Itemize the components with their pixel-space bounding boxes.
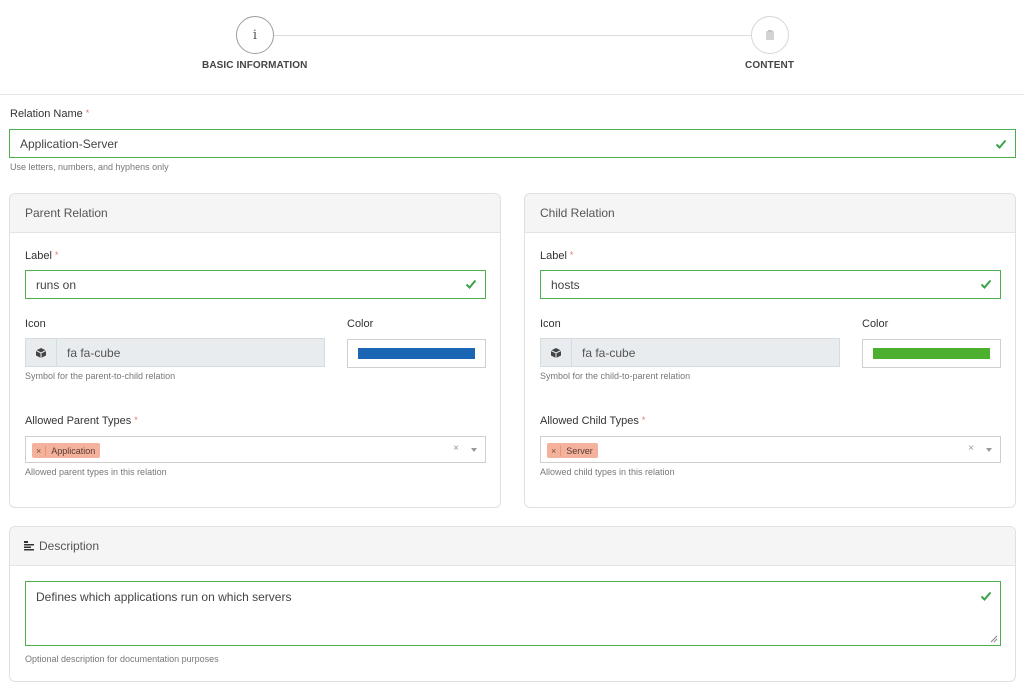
child-types-field-label: Allowed Child Types* [540, 415, 645, 427]
parent-label-value: runs on [36, 278, 76, 292]
description-value: Defines which applications run on which … [36, 590, 291, 604]
relation-name-input[interactable]: Application-Server [9, 129, 1016, 158]
relation-name-value: Application-Server [20, 137, 118, 151]
description-textarea[interactable]: Defines which applications run on which … [25, 581, 1001, 646]
relation-name-help: Use letters, numbers, and hyphens only [10, 162, 169, 172]
align-left-icon [24, 541, 35, 551]
description-title: Description [39, 539, 99, 553]
tag-label: Application [46, 446, 100, 456]
clear-selection-button[interactable]: × [968, 443, 974, 454]
child-relation-title: Child Relation [525, 194, 1015, 233]
step-content[interactable] [751, 16, 789, 54]
check-icon [980, 590, 992, 602]
parent-color-picker[interactable] [347, 339, 486, 368]
parent-types-field-label: Allowed Parent Types* [25, 415, 138, 427]
child-color-picker[interactable] [862, 339, 1001, 368]
tag-label: Server [561, 446, 598, 456]
child-types-select[interactable]: × Server × [540, 436, 1001, 463]
child-color-swatch [873, 348, 990, 359]
parent-label-input[interactable]: runs on [25, 270, 486, 299]
wizard-stepper: i BASIC INFORMATION CONTENT [0, 0, 1024, 95]
step-label-content[interactable]: CONTENT [745, 60, 794, 71]
child-icon-field-label: Icon [540, 318, 561, 330]
cube-icon [541, 339, 572, 366]
child-types-help: Allowed child types in this relation [540, 467, 675, 477]
child-label-value: hosts [551, 278, 580, 292]
resize-handle-icon[interactable] [990, 635, 998, 643]
description-help: Optional description for documentation p… [25, 654, 219, 664]
check-icon [465, 278, 477, 290]
parent-icon-value: fa fa-cube [57, 346, 120, 360]
child-icon-input[interactable]: fa fa-cube [540, 338, 840, 367]
parent-types-select[interactable]: × Application × [25, 436, 486, 463]
tag-remove-button[interactable]: × [547, 446, 561, 456]
relation-name-label: Relation Name* [10, 108, 89, 120]
description-panel: Description Defines which applications r… [9, 526, 1016, 682]
step-basic-information[interactable]: i [236, 16, 274, 54]
child-relation-panel: Child Relation Label* hosts Icon fa fa-c… [524, 193, 1016, 508]
stepper-connector [274, 35, 752, 36]
tag-server: × Server [547, 443, 598, 458]
step-label-basic-information[interactable]: BASIC INFORMATION [202, 60, 307, 71]
child-icon-help: Symbol for the child-to-parent relation [540, 371, 690, 381]
child-label-field-label: Label* [540, 250, 573, 262]
check-icon [995, 138, 1007, 150]
parent-icon-help: Symbol for the parent-to-child relation [25, 371, 175, 381]
parent-relation-title: Parent Relation [10, 194, 500, 233]
chevron-down-icon[interactable] [986, 448, 992, 452]
child-label-input[interactable]: hosts [540, 270, 1001, 299]
info-icon: i [253, 28, 257, 43]
chevron-down-icon[interactable] [471, 448, 477, 452]
description-header: Description [10, 527, 1015, 566]
child-color-field-label: Color [862, 318, 888, 330]
parent-icon-field-label: Icon [25, 318, 46, 330]
parent-color-swatch [358, 348, 475, 359]
tag-remove-button[interactable]: × [32, 446, 46, 456]
parent-icon-input[interactable]: fa fa-cube [25, 338, 325, 367]
document-icon [765, 30, 775, 41]
parent-types-help: Allowed parent types in this relation [25, 467, 167, 477]
tag-application: × Application [32, 443, 100, 458]
cube-icon [26, 339, 57, 366]
parent-relation-panel: Parent Relation Label* runs on Icon fa f… [9, 193, 501, 508]
clear-selection-button[interactable]: × [453, 443, 459, 454]
parent-color-field-label: Color [347, 318, 373, 330]
parent-label-field-label: Label* [25, 250, 58, 262]
child-icon-value: fa fa-cube [572, 346, 635, 360]
check-icon [980, 278, 992, 290]
